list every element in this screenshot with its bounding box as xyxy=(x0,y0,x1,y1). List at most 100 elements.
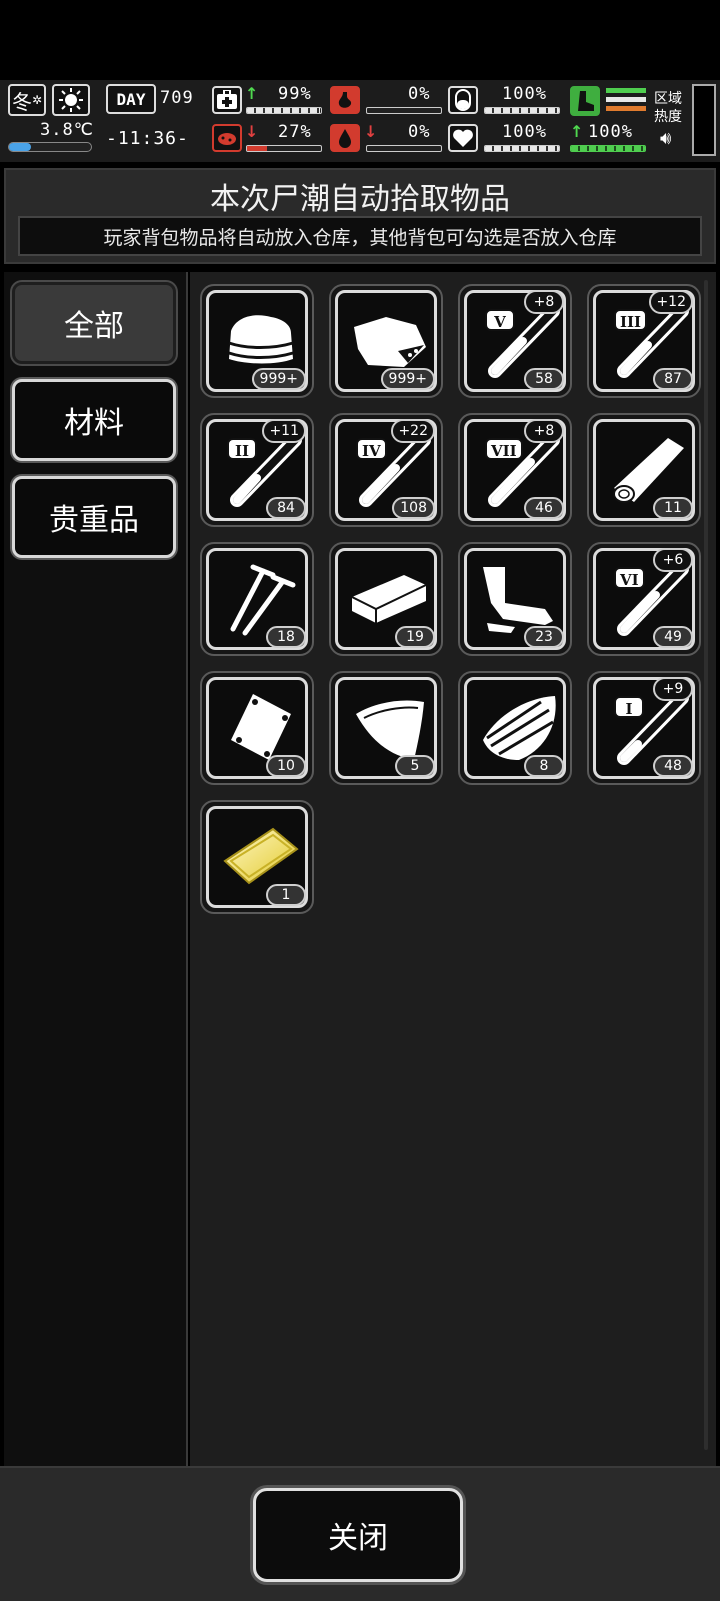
item-count: 46 xyxy=(524,497,564,519)
bonus-badge: +12 xyxy=(649,290,693,314)
speaker-icon[interactable]: 🔊︎ xyxy=(660,128,671,149)
item-count: 23 xyxy=(524,626,564,648)
clock-time: -11:36- xyxy=(106,128,189,149)
item-count: 10 xyxy=(266,755,306,777)
thermometer-icon xyxy=(8,142,92,152)
info-text: 玩家背包物品将自动放入仓库，其他背包可勾选是否放入仓库 xyxy=(103,226,617,249)
bonus-badge: +8 xyxy=(524,419,564,443)
item-slot[interactable]: 23 xyxy=(458,542,572,656)
item-count: 999+ xyxy=(251,368,306,390)
season-label: 冬 xyxy=(11,89,32,114)
item-count: 58 xyxy=(524,368,564,390)
rank-badge: VI xyxy=(614,567,645,589)
item-slot[interactable]: 10 xyxy=(200,671,314,785)
bonus-badge: +8 xyxy=(524,290,564,314)
item-slot[interactable]: VII +8 46 xyxy=(458,413,572,527)
rank-badge: VII xyxy=(485,438,523,460)
infection-down-icon: ↓ xyxy=(245,122,259,141)
category-sidebar: 全部 材料 贵重品 xyxy=(4,272,188,1466)
area-heat-meter xyxy=(692,84,716,156)
temperature-value: 3.8℃ xyxy=(40,120,94,140)
item-slot[interactable]: 5 xyxy=(329,671,443,785)
item-count: 19 xyxy=(395,626,435,648)
movement-speed-bars xyxy=(606,88,646,114)
rank-badge: IV xyxy=(356,438,387,460)
sun-icon xyxy=(52,84,90,116)
item-slot[interactable]: 999+ xyxy=(200,284,314,398)
item-count: 5 xyxy=(395,755,435,777)
status-bar: 冬 ✲ 3.8℃ DAY 709 -11:36- ↑ 99% ↓ 27% 0% ↓… xyxy=(0,80,720,162)
health-value: 99% xyxy=(278,84,312,104)
hunger-bar xyxy=(366,107,442,114)
dialog-footer: 关闭 xyxy=(0,1466,720,1601)
season-badge: 冬 ✲ xyxy=(8,84,46,116)
item-count: 999+ xyxy=(380,368,435,390)
bonus-badge: +6 xyxy=(653,548,693,572)
item-count: 48 xyxy=(653,755,693,777)
scrollbar[interactable] xyxy=(704,280,708,1450)
bonus-badge: +9 xyxy=(653,677,693,701)
close-button-label: 关闭 xyxy=(328,1521,388,1556)
item-slot[interactable]: 18 xyxy=(200,542,314,656)
medkit-icon xyxy=(212,86,242,114)
thirst-bar xyxy=(366,145,442,152)
item-slot[interactable]: V +8 58 xyxy=(458,284,572,398)
tab-all[interactable]: 全部 xyxy=(12,282,176,364)
item-slot[interactable]: 8 xyxy=(458,671,572,785)
rank-badge: V xyxy=(485,309,515,331)
health-bar xyxy=(246,107,322,114)
energy-up-icon: ↑ xyxy=(570,122,584,141)
blood-value: 0% xyxy=(408,122,431,142)
virus-icon xyxy=(212,124,242,152)
item-count: 1 xyxy=(266,884,306,906)
item-slot[interactable]: 1 xyxy=(200,800,314,914)
area-heat-label: 区域热度 xyxy=(654,91,682,125)
rank-badge: III xyxy=(614,309,648,331)
dialog-header: 本次尸潮自动拾取物品 玩家背包物品将自动放入仓库，其他背包可勾选是否放入仓库 xyxy=(4,168,716,264)
item-slot[interactable]: II +11 84 xyxy=(200,413,314,527)
tab-all-label: 全部 xyxy=(64,309,124,344)
heart-icon xyxy=(448,124,478,152)
item-count: 49 xyxy=(653,626,693,648)
item-count: 8 xyxy=(524,755,564,777)
stamina-bar xyxy=(484,107,560,114)
stamina-value: 100% xyxy=(502,84,547,104)
blood-drop-icon xyxy=(330,124,360,152)
item-grid: 999+ 999+ V +8 58 III +12 87 II +11 84 IV +… xyxy=(190,272,716,1466)
bonus-badge: +22 xyxy=(391,419,435,443)
energy-bar xyxy=(570,145,646,152)
item-count: 18 xyxy=(266,626,306,648)
info-banner: 玩家背包物品将自动放入仓库，其他背包可勾选是否放入仓库 xyxy=(18,216,702,256)
item-slot[interactable]: IV +22 108 xyxy=(329,413,443,527)
health-up-icon: ↑ xyxy=(245,84,259,103)
mood-value: 100% xyxy=(502,122,547,142)
tab-valuables-label: 贵重品 xyxy=(49,503,139,538)
item-count: 11 xyxy=(653,497,693,519)
item-count: 108 xyxy=(392,497,435,519)
item-count: 84 xyxy=(266,497,306,519)
stomach-value: 0% xyxy=(408,84,431,104)
item-slot[interactable]: 11 xyxy=(587,413,701,527)
rank-badge: II xyxy=(227,438,257,460)
item-slot[interactable]: 19 xyxy=(329,542,443,656)
tab-valuables[interactable]: 贵重品 xyxy=(12,476,176,558)
item-slot[interactable]: 999+ xyxy=(329,284,443,398)
day-value: 709 xyxy=(160,88,194,108)
energy-value: 100% xyxy=(588,122,633,142)
close-button[interactable]: 关闭 xyxy=(253,1488,463,1582)
tab-materials-label: 材料 xyxy=(64,406,124,441)
boot-icon xyxy=(570,86,600,116)
infection-bar xyxy=(246,145,322,152)
day-label: DAY xyxy=(106,84,156,114)
item-slot[interactable]: VI +6 49 xyxy=(587,542,701,656)
item-count: 87 xyxy=(653,368,693,390)
rank-badge: I xyxy=(614,696,644,718)
blood-down-icon: ↓ xyxy=(364,122,378,141)
stomach-icon xyxy=(330,86,360,114)
capsule-icon xyxy=(448,86,478,114)
item-slot[interactable]: I +9 48 xyxy=(587,671,701,785)
tab-materials[interactable]: 材料 xyxy=(12,379,176,461)
infection-value: 27% xyxy=(278,122,312,142)
bonus-badge: +11 xyxy=(262,419,306,443)
item-slot[interactable]: III +12 87 xyxy=(587,284,701,398)
